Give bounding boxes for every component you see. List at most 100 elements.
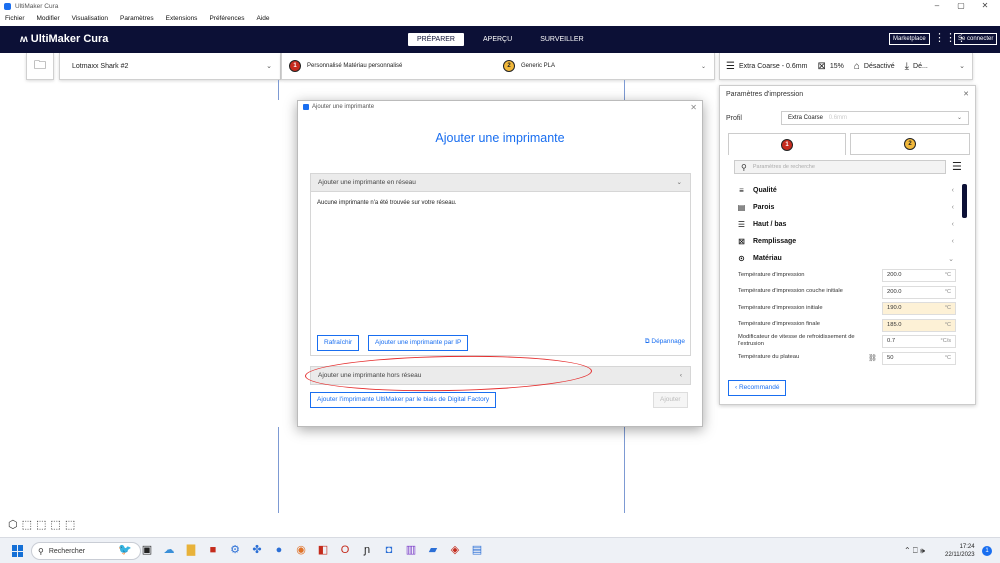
network-section-label: Ajouter une imprimante en réseau (318, 179, 416, 186)
tab-preparer[interactable]: PRÉPARER (408, 33, 464, 46)
folder-icon: 🗀 (33, 57, 46, 72)
refresh-button[interactable]: Rafraîchir (317, 335, 360, 351)
setting-row: Température d'impression 200.0 °C (734, 267, 960, 284)
left-view-icon[interactable]: ⬚ (50, 518, 60, 531)
notification-badge[interactable]: 1 (982, 546, 992, 556)
menu-aide[interactable]: Aide (256, 15, 269, 22)
setting-value-input[interactable]: 50 °C (882, 351, 956, 365)
dialog-close-button[interactable]: ✕ (690, 103, 697, 112)
category-materiau[interactable]: ⊙ Matériau ⌄ (734, 250, 960, 267)
category-remplissage[interactable]: ⊠ Remplissage ‹ (734, 233, 960, 250)
widget-icon[interactable]: 🐦 (118, 543, 132, 557)
setting-label: Température d'impression (738, 271, 805, 278)
app-icon[interactable]: ● (272, 543, 286, 557)
3d-view-icon[interactable]: ⬡ (8, 518, 18, 531)
setting-label: Température d'impression finale (738, 321, 820, 328)
task-view-icon[interactable]: ▣ (140, 543, 154, 557)
system-tray-icons[interactable]: ⌃ ⎕ 🕪 (904, 546, 925, 556)
settings-scrollbar[interactable] (962, 184, 967, 218)
extruder-1-icon: 1 (289, 60, 301, 72)
tab-surveiller[interactable]: SURVEILLER (531, 33, 592, 46)
right-view-icon[interactable]: ⬚ (65, 518, 75, 531)
material-selector[interactable]: 1 Personnalisé Matériau personnalisé 2 G… (281, 53, 715, 80)
app-icon[interactable]: ◘ (382, 543, 396, 557)
adhesion-icon: ⤓ (904, 60, 910, 72)
troubleshoot-link[interactable]: ⧉ Dépannage (645, 338, 685, 346)
setting-value: 0.7 (887, 338, 896, 344)
setting-value: 190.0 (887, 305, 902, 311)
cura-taskbar-icon[interactable]: ▤ (470, 543, 484, 557)
weather-icon[interactable]: ☁ (162, 543, 176, 557)
adhesion-summary: ⤓ Dé... (905, 61, 928, 72)
cura-app-icon (4, 2, 11, 10)
app-icon[interactable]: ■ (206, 543, 220, 557)
stage-tabs: PRÉPARER APERÇU SURVEILLER (408, 33, 603, 46)
profile-dropdown[interactable]: Extra Coarse 0.6mm ⌄ (781, 111, 969, 125)
setting-value-input[interactable]: 190.0 °C (882, 302, 956, 315)
close-button[interactable]: ✕ (970, 0, 1000, 12)
printer-name: Lotmaxx Shark #2 (72, 62, 129, 70)
add-printer-dialog: Ajouter une imprimante ✕ Ajouter une imp… (297, 100, 703, 427)
chevron-down-icon: ⌄ (959, 63, 965, 70)
sign-in-button[interactable]: Se connecter (954, 33, 998, 45)
offline-printer-section-header[interactable]: Ajouter une imprimante hors réseau ‹ (310, 366, 691, 385)
add-printer-button[interactable]: Ajouter (653, 392, 688, 408)
menu-modifier[interactable]: Modifier (37, 15, 60, 22)
app-icon[interactable]: ⚙ (228, 543, 242, 557)
quality-icon: ≡ (739, 186, 744, 195)
menu-fichier[interactable]: Fichier (5, 15, 25, 22)
category-haut-bas[interactable]: ☰ Haut / bas ‹ (734, 216, 960, 233)
app-icon[interactable]: ▰ (426, 543, 440, 557)
setting-value-input[interactable]: 200.0 °C (882, 285, 956, 299)
windows-start-icon[interactable] (12, 545, 24, 557)
add-by-ip-button[interactable]: Ajouter une imprimante par IP (368, 335, 469, 351)
panel-close-button[interactable]: ✕ (963, 90, 969, 98)
app-icon[interactable]: ▥ (404, 543, 418, 557)
setting-value-input[interactable]: 0.7 °C/s (882, 335, 956, 348)
print-settings-selector[interactable]: ☰ Extra Coarse - 0.6mm ⊠ 15% ⌂ Désactivé… (719, 53, 973, 80)
setting-value-input[interactable]: 200.0 °C (882, 269, 956, 282)
offline-section-label: Ajouter une imprimante hors réseau (318, 372, 422, 379)
settings-menu-icon[interactable]: ☰ (952, 160, 962, 173)
category-parois[interactable]: ▤ Parois ‹ (734, 199, 960, 216)
extruder-1-tab[interactable]: 1 (728, 133, 846, 155)
app-icon[interactable]: ɲ (360, 543, 374, 557)
menu-extensions[interactable]: Extensions (166, 15, 198, 22)
setting-unit: °C/s (940, 338, 951, 344)
printer-selector[interactable]: Lotmaxx Shark #2 ⌄ (59, 53, 281, 80)
network-printer-section-header[interactable]: Ajouter une imprimante en réseau ⌄ (310, 173, 691, 192)
chevron-left-icon: ‹ (679, 372, 682, 379)
category-qualite[interactable]: ≡ Qualité ‹ (734, 182, 960, 199)
marketplace-button[interactable]: Marketplace (889, 33, 930, 45)
setting-row: Modificateur de vitesse de refroidisseme… (734, 333, 960, 350)
front-view-icon[interactable]: ⬚ (22, 518, 32, 531)
recommended-button[interactable]: ‹ Recommandé (728, 380, 787, 396)
menu-parametres[interactable]: Paramètres (120, 15, 154, 22)
browser-icon[interactable]: ◉ (294, 543, 308, 557)
app-icon[interactable]: ✤ (250, 543, 264, 557)
setting-value-input[interactable]: 185.0 °C (882, 318, 956, 332)
extruder-2-tab[interactable]: 2 (850, 133, 970, 155)
opera-icon[interactable]: O (338, 543, 352, 557)
category-label: Parois (753, 204, 775, 211)
material-icon: ⊙ (738, 254, 745, 263)
setting-label: Modificateur de vitesse de refroidisseme… (738, 334, 855, 348)
open-file-button[interactable]: 🗀 (26, 53, 54, 80)
ultimaker-logo-icon: ʍ (20, 33, 28, 45)
network-printer-list: Aucune imprimante n'a été trouvée sur vo… (310, 192, 691, 356)
menu-preferences[interactable]: Préférences (209, 15, 244, 22)
app-icon[interactable]: ◧ (316, 543, 330, 557)
settings-search-input[interactable]: ⚲ Paramètres de recherche (734, 160, 946, 174)
cura-app-icon (303, 104, 309, 110)
digital-factory-button[interactable]: Ajouter l'imprimante UltiMaker par le bi… (310, 392, 497, 408)
profile-label: Profil (726, 115, 742, 122)
dialog-window-title: Ajouter une imprimante (312, 104, 375, 110)
app-icon[interactable]: ◈ (448, 543, 462, 557)
tab-apercu[interactable]: APERÇU (474, 33, 521, 46)
menu-bar: Fichier Modifier Visualisation Paramètre… (0, 12, 1000, 24)
menu-visualisation[interactable]: Visualisation (72, 15, 108, 22)
taskbar-clock[interactable]: 17:24 22/11/2023 (945, 543, 975, 559)
extruder-1-icon: 1 (781, 138, 793, 151)
top-view-icon[interactable]: ⬚ (36, 518, 46, 531)
file-explorer-icon[interactable]: ▇ (184, 543, 198, 557)
